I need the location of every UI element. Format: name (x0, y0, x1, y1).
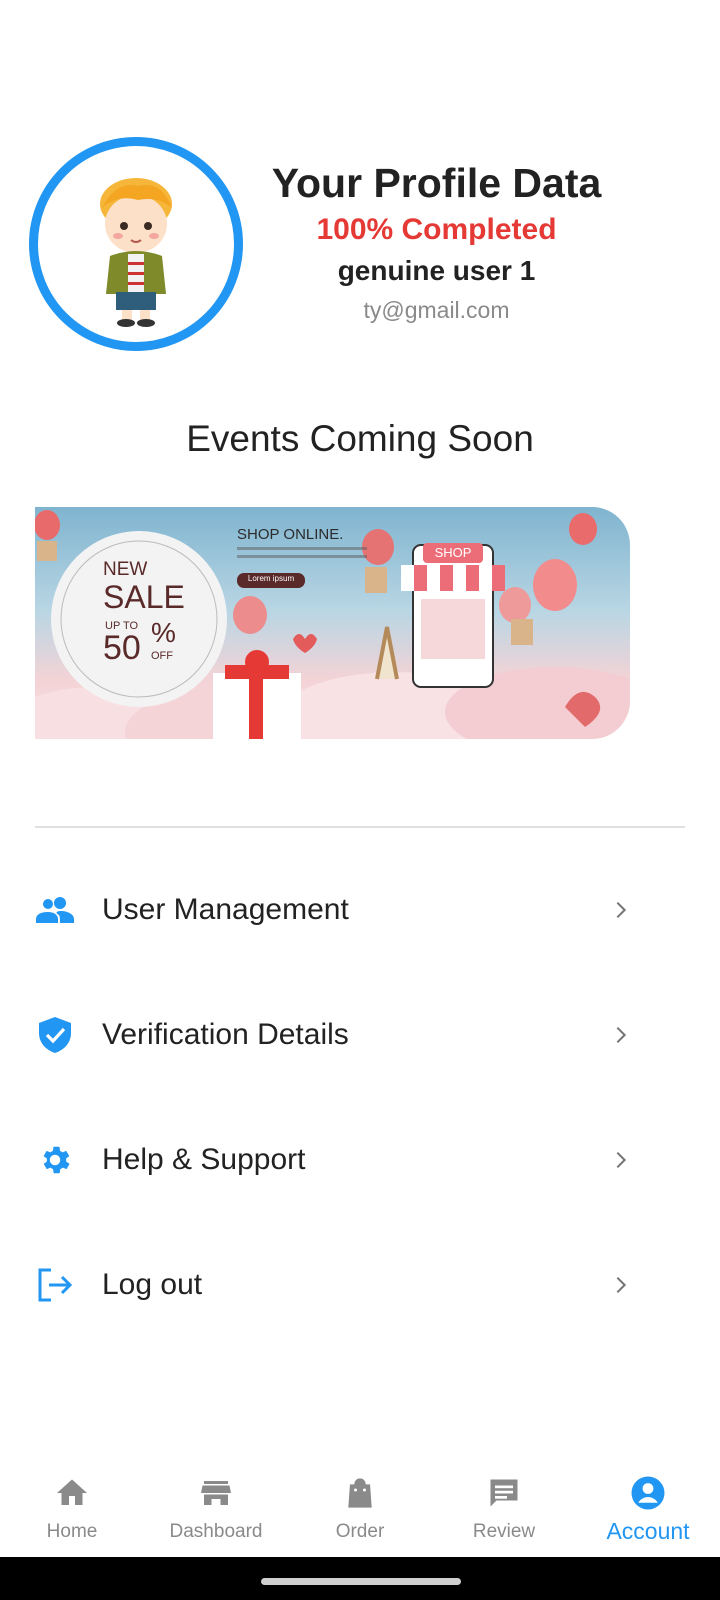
sale-badge-number: 50 (103, 629, 141, 667)
profile-username: genuine user 1 (337, 255, 536, 286)
nav-home[interactable]: Home (0, 1465, 144, 1557)
events-title: Events Coming Soon (186, 418, 534, 459)
chevron-right-icon (616, 1026, 627, 1044)
menu-verification-details[interactable]: Verification Details (0, 985, 720, 1085)
menu-item-label: Verification Details (102, 1018, 349, 1051)
menu-item-label: Help & Support (102, 1143, 306, 1176)
nav-label: Account (606, 1518, 690, 1544)
nav-label: Order (335, 1521, 385, 1542)
banner-headline: SHOP ONLINE. (237, 526, 344, 543)
profile-completion-status: 100% Completed (316, 213, 557, 246)
banner-button-text: Lorem ipsum (247, 574, 295, 583)
menu-help-support[interactable]: Help & Support (0, 1110, 720, 1210)
sale-badge-off: OFF (151, 650, 173, 662)
chevron-right-icon (616, 1276, 627, 1294)
sale-badge-percent: % (151, 617, 176, 648)
comment-icon (490, 1479, 518, 1507)
home-icon (57, 1479, 87, 1505)
sale-badge-sale: SALE (103, 579, 185, 615)
sale-badge-new: NEW (103, 559, 148, 580)
banner-shop-sign: SHOP (434, 545, 472, 560)
nav-order[interactable]: Order (288, 1465, 432, 1557)
nav-label: Review (472, 1521, 536, 1542)
nav-label: Dashboard (169, 1521, 263, 1542)
account-circle-icon (631, 1476, 665, 1510)
section-divider (35, 826, 685, 828)
menu-item-label: Log out (102, 1268, 203, 1301)
nav-account[interactable]: Account (576, 1465, 720, 1557)
gear-icon (36, 1141, 74, 1179)
menu-user-management[interactable]: User Management (0, 860, 720, 960)
chevron-right-icon (616, 901, 627, 919)
nav-dashboard[interactable]: Dashboard (144, 1465, 288, 1557)
events-banner[interactable]: SHOP ONLINE. Lorem ipsum SHOP NEW SALE U… (35, 507, 630, 739)
nav-label: Home (46, 1521, 98, 1542)
nav-review[interactable]: Review (432, 1465, 576, 1557)
menu-item-label: User Management (102, 893, 349, 926)
menu-logout[interactable]: Log out (0, 1235, 720, 1335)
profile-summary: Your Profile Data 100% Completed genuine… (240, 158, 633, 324)
people-icon (36, 891, 74, 929)
profile-title: Your Profile Data (271, 160, 602, 206)
profile-avatar[interactable] (29, 137, 243, 351)
verified-shield-icon (36, 1016, 74, 1054)
logout-icon (36, 1266, 74, 1304)
store-icon (201, 1481, 231, 1505)
home-gesture-handle[interactable] (261, 1578, 461, 1585)
bottom-navigation: Home Dashboard Order Review Account (0, 1465, 720, 1557)
shopping-bag-icon (348, 1478, 372, 1508)
chevron-right-icon (616, 1151, 627, 1169)
avatar-boy-illustration (100, 178, 172, 327)
profile-email: ty@gmail.com (363, 297, 510, 323)
